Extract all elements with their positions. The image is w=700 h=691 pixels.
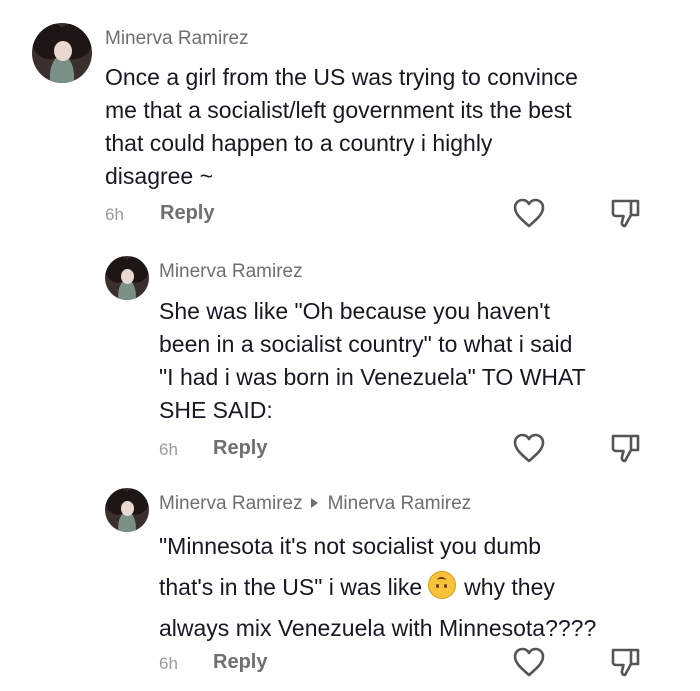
comment-text-line: been in a socialist country" to what i s… [159, 331, 573, 357]
comment-username[interactable]: Minerva Ramirez [159, 261, 303, 283]
comment-text: Once a girl from the US was trying to co… [105, 61, 578, 193]
comment-username[interactable]: Minerva Ramirez Minerva Ramirez [159, 493, 471, 515]
comment-3: Minerva Ramirez Minerva Ramirez "Minnesot… [0, 475, 700, 691]
author-name[interactable]: Minerva Ramirez [159, 493, 303, 514]
comment-text-line: that could happen to a country i highly [105, 130, 493, 156]
comment-timestamp: 6h [159, 654, 178, 673]
thumbs-down-outline-icon[interactable] [609, 646, 643, 678]
avatar[interactable] [32, 23, 92, 83]
avatar[interactable] [105, 256, 149, 300]
comment-text-line: "Minnesota it's not socialist you dumb [159, 533, 542, 559]
comment-text: "Minnesota it's not socialist you dumb t… [159, 526, 596, 649]
comment-text-line: that's in the US" i was like why they [159, 567, 596, 608]
avatar-face [53, 41, 72, 62]
reply-to-name[interactable]: Minerva Ramirez [328, 493, 472, 514]
heart-outline-icon[interactable] [512, 646, 546, 678]
comment-timestamp: 6h [105, 205, 124, 224]
reply-button[interactable]: Reply [160, 202, 214, 225]
comment-2: Minerva Ramirez She was like "Oh because… [0, 240, 700, 475]
thumbs-down-outline-icon[interactable] [609, 432, 643, 464]
comment-text-line: me that a socialist/left government its … [105, 97, 572, 123]
thumbs-down-outline-icon[interactable] [609, 197, 643, 229]
comment-username[interactable]: Minerva Ramirez [105, 28, 249, 50]
heart-outline-icon[interactable] [512, 197, 546, 229]
comment-text-line: She was like "Oh because you haven't [159, 298, 551, 324]
comment-text-segment: why they [464, 574, 555, 600]
comment-text-segment: that's in the US" i was like [159, 574, 423, 600]
avatar-face [120, 269, 135, 285]
comment-text-line: SHE SAID: [159, 397, 273, 423]
heart-outline-icon[interactable] [512, 432, 546, 464]
comment-text: She was like "Oh because you haven't bee… [159, 295, 586, 427]
comment-timestamp: 6h [159, 440, 178, 459]
comment-text-line: "I had i was born in Venezuela" TO WHAT [159, 364, 586, 390]
avatar[interactable] [105, 488, 149, 532]
avatar-face [120, 501, 135, 517]
reply-arrow-icon [310, 498, 318, 509]
comment-1: Minerva Ramirez Once a girl from the US … [0, 0, 700, 240]
reply-button[interactable]: Reply [213, 651, 267, 674]
comment-text-line: disagree ~ [105, 163, 214, 189]
reply-button[interactable]: Reply [213, 437, 267, 460]
comment-text-line: always mix Venezuela with Minnesota???? [159, 615, 597, 641]
upside-down-face-emoji [428, 571, 457, 599]
comment-text-line: Once a girl from the US was trying to co… [105, 64, 578, 90]
